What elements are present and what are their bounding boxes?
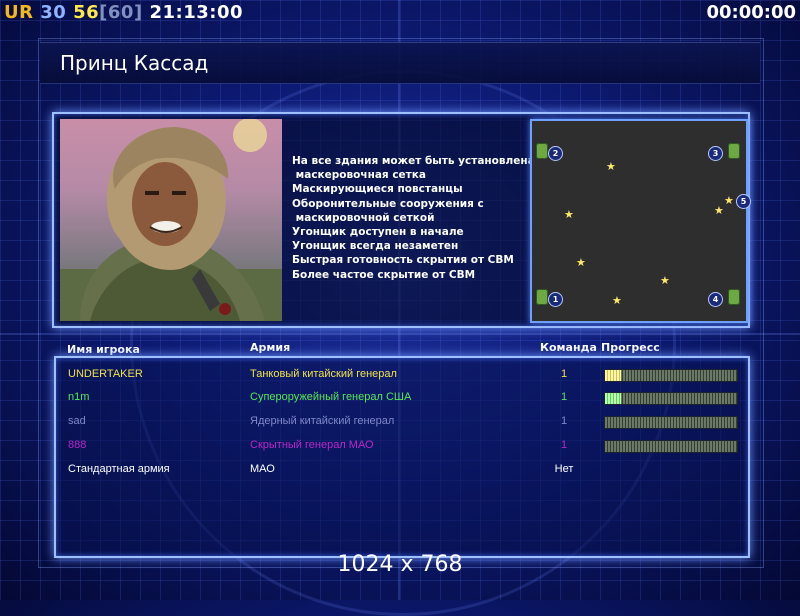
start-position-4[interactable]: 4 bbox=[708, 292, 723, 307]
portrait-illustration bbox=[60, 119, 282, 321]
loading-progress-bar bbox=[604, 440, 738, 453]
player-army: МАО bbox=[250, 463, 275, 475]
ability-line: Быстрая готовность скрытия от СВМ bbox=[292, 254, 514, 267]
loading-progress-bar bbox=[604, 416, 738, 429]
ability-line: маскеровочная сетка bbox=[292, 169, 426, 182]
status-readout: UR 30 56[60] 21:13:00 bbox=[4, 2, 243, 23]
general-info-panel: На все здания может быть установлена мас… bbox=[52, 112, 751, 328]
supply-star-icon: ★ bbox=[564, 208, 574, 221]
ability-line: На все здания может быть установлена bbox=[292, 155, 535, 167]
loading-progress-bar bbox=[604, 369, 738, 382]
player-name: sad bbox=[68, 415, 86, 427]
player-team: 1 bbox=[560, 368, 568, 380]
game-timer: 00:00:00 bbox=[706, 2, 796, 23]
table-row: sad Ядерный китайский генерал 1 bbox=[56, 411, 748, 433]
table-row: UNDERTAKER Танковый китайский генерал 1 bbox=[56, 364, 748, 386]
loading-progress-bar bbox=[604, 392, 738, 405]
ability-line: Угонщик доступен в начале bbox=[292, 226, 464, 239]
player-unit-icon bbox=[728, 143, 740, 159]
status-value-b: 56 bbox=[73, 2, 100, 23]
minimap[interactable]: 2 3 5 1 4 ★ ★ ★ ★ ★ ★ ★ bbox=[530, 119, 751, 323]
player-team: Нет bbox=[554, 463, 574, 475]
player-unit-icon bbox=[536, 289, 548, 305]
table-row: 888 Скрытный генерал МАО 1 bbox=[56, 435, 748, 457]
status-value-c: [60] bbox=[99, 2, 143, 23]
player-army: Скрытный генерал МАО bbox=[250, 439, 374, 451]
players-table: UNDERTAKER Танковый китайский генерал 1 … bbox=[54, 356, 750, 558]
header-player-name: Имя игрока bbox=[67, 343, 140, 356]
player-team: 1 bbox=[560, 415, 568, 427]
status-value-a: 30 bbox=[40, 2, 67, 23]
player-army: Ядерный китайский генерал bbox=[250, 415, 395, 427]
supply-star-icon: ★ bbox=[606, 160, 616, 173]
player-name: 888 bbox=[68, 439, 87, 451]
start-position-2[interactable]: 2 bbox=[548, 146, 563, 161]
progress-fill bbox=[605, 370, 621, 381]
ability-line: маскировочной сеткой bbox=[292, 211, 435, 224]
progress-fill bbox=[605, 393, 621, 404]
ability-line: Маскирующиеся повстанцы bbox=[292, 183, 463, 196]
ability-line: Более частое скрытие от СВМ bbox=[292, 268, 476, 281]
player-army: Танковый китайский генерал bbox=[250, 368, 397, 380]
header-army: Армия bbox=[250, 341, 291, 354]
player-name: n1m bbox=[68, 391, 90, 403]
title-bar: Принц Кассад bbox=[40, 42, 760, 84]
supply-star-icon: ★ bbox=[612, 294, 622, 307]
header-progress: Прогресс bbox=[601, 341, 660, 354]
player-team: 1 bbox=[560, 439, 568, 451]
start-position-1[interactable]: 1 bbox=[548, 292, 563, 307]
player-name: UNDERTAKER bbox=[68, 368, 143, 380]
start-position-5[interactable]: 5 bbox=[736, 194, 751, 209]
general-name: Принц Кассад bbox=[60, 51, 209, 75]
player-army: Супероружейный генерал США bbox=[250, 391, 412, 403]
table-row: n1m Супероружейный генерал США 1 bbox=[56, 387, 748, 409]
supply-star-icon: ★ bbox=[724, 194, 734, 207]
ability-line: Угонщик всегда незаметен bbox=[292, 240, 459, 253]
start-position-3[interactable]: 3 bbox=[708, 146, 723, 161]
faction-tag: UR bbox=[4, 2, 34, 23]
player-unit-icon bbox=[536, 143, 548, 159]
general-abilities: На все здания может быть установлена мас… bbox=[292, 154, 535, 282]
player-team: 1 bbox=[560, 391, 568, 403]
header-team: Команда bbox=[540, 341, 597, 354]
table-row: Стандартная армия МАО Нет bbox=[56, 459, 748, 481]
player-name: Стандартная армия bbox=[68, 463, 170, 475]
system-clock: 21:13:00 bbox=[149, 2, 244, 23]
supply-star-icon: ★ bbox=[714, 204, 724, 217]
supply-star-icon: ★ bbox=[660, 274, 670, 287]
ability-line: Оборонительные сооружения с bbox=[292, 197, 484, 210]
general-portrait bbox=[60, 119, 282, 321]
player-unit-icon bbox=[728, 289, 740, 305]
supply-star-icon: ★ bbox=[576, 256, 586, 269]
resolution-label: 1024 x 768 bbox=[337, 552, 463, 577]
